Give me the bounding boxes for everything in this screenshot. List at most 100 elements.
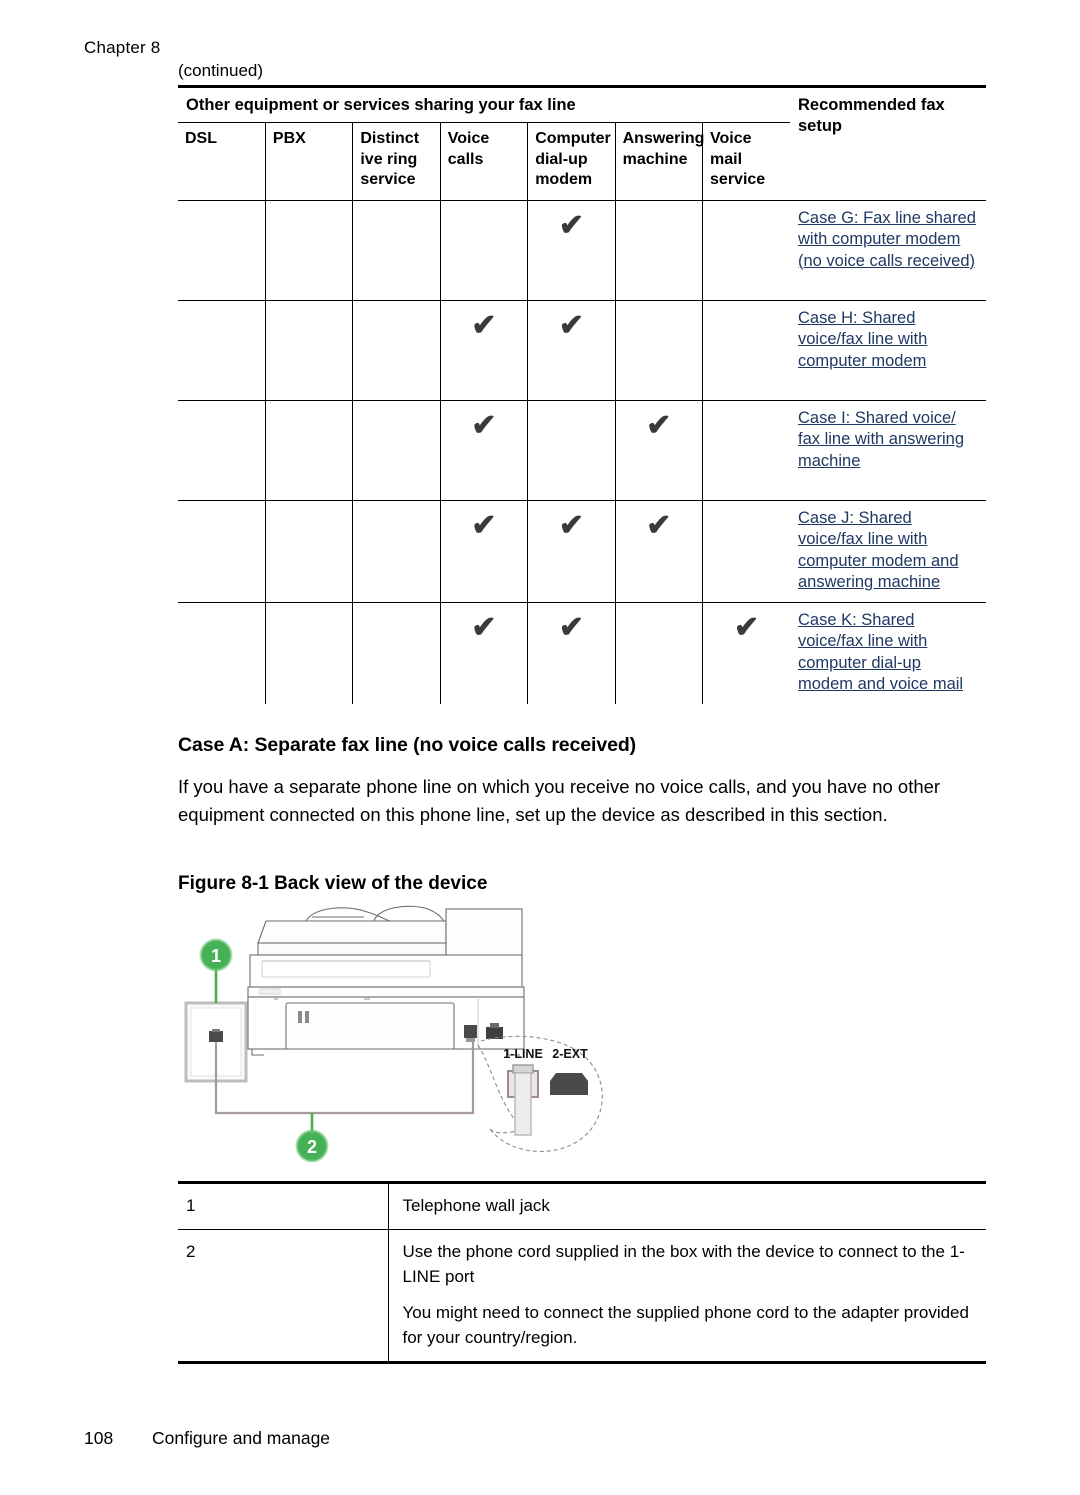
device-diagram-svg: 1-LINE 2-EXT 1 2 [184,905,603,1162]
table-row: ✔ ✔ Case I: Shared voice/ fax line with an… [178,399,986,500]
legend-row: 1 Telephone wall jack [178,1182,986,1229]
checkmark-icon: ✔ [558,208,584,242]
table-row: ✔ Case G: Fax line shared with computer m… [178,199,986,300]
checkmark-icon: ✔ [558,610,584,644]
case-link[interactable]: Case K: Shared voice/fax line with compu… [798,610,978,696]
figure-legend-table: 1 Telephone wall jack 2 Use the phone cord … [178,1180,986,1364]
legend-description: Use the phone cord supplied in the box w… [387,1228,986,1362]
fax-cell-r3-c1 [178,399,266,500]
table-row: ✔ ✔ ✔ Case K: Shared voice/fax line with co… [178,601,986,704]
col-header-distinctive-ring-service: Distinct ive ring service [352,122,441,200]
fax-cell-r3-c4: ✔ [439,399,528,500]
legend-paragraph: Use the phone cord supplied in the box w… [402,1241,965,1286]
legend-number: 1 [186,1195,196,1215]
fax-cell-r2-c4: ✔ [439,299,528,400]
legend-paragraph: You might need to connect the supplied p… [402,1302,969,1347]
fax-cell-r5-c7: ✔ [702,601,790,704]
page-footer: 108 Configure and manage [84,1428,330,1449]
fax-cell-r1-c7 [702,199,790,300]
fax-cell-r2-c7 [702,299,790,400]
fax-cell-r1-c5: ✔ [527,199,616,300]
recommended-setup-cell: Case J: Shared voice/fax line with compu… [790,499,986,602]
case-link[interactable]: Case G: Fax line shared with computer mo… [798,208,978,273]
callout-marker-2: 2 [295,1112,329,1162]
case-link[interactable]: Case J: Shared voice/fax line with compu… [798,508,978,594]
col-header-voice-calls: Voice calls [439,122,528,200]
col-header-voice-mail-service: Voice mail service [702,122,790,200]
fax-cell-r2-c3 [352,299,441,400]
checkmark-icon: ✔ [471,508,497,542]
legend-row: 2 Use the phone cord supplied in the box … [178,1228,986,1362]
fax-cell-r4-c2 [264,499,353,602]
legend-description: Telephone wall jack [387,1182,986,1229]
table-span-header-row: Other equipment or services sharing your… [178,86,986,135]
checkmark-icon: ✔ [646,508,672,542]
fax-cell-r2-c1 [178,299,266,400]
figure-caption: Figure 8-1 Back view of the device [178,872,488,894]
footer-section-label: Configure and manage [152,1428,331,1448]
port-1-line-label: 1-LINE [503,1047,543,1061]
fax-cell-r3-c5 [527,399,616,500]
case-link[interactable]: Case H: Shared voice/fax line with compu… [798,308,978,373]
fax-cell-r3-c7 [702,399,790,500]
fax-cell-r5-c1 [178,601,266,704]
fax-cell-r1-c3 [352,199,441,300]
table-continued-label: (continued) [178,61,264,80]
table-row: ✔ ✔ Case H: Shared voice/fax line with com… [178,299,986,400]
page-content: (continued) Other equipment or services … [178,60,986,1364]
recommended-setup-cell: Case G: Fax line shared with computer mo… [790,199,986,300]
fax-cell-r2-c5: ✔ [527,299,616,400]
fax-cell-r3-c3 [352,399,441,500]
callout-2-number: 2 [307,1137,317,1157]
legend-paragraph: Telephone wall jack [402,1195,550,1215]
footer-page-number: 108 [84,1428,114,1448]
col-header-answering-machine: Answering machine [614,122,704,200]
fax-cell-r5-c3 [352,601,441,704]
fax-cell-r2-c2 [264,299,353,400]
fax-cell-r3-c2 [264,399,353,500]
fax-cell-r3-c6: ✔ [614,399,703,500]
chapter-running-head: Chapter 8 [84,38,161,57]
phone-cord [214,1040,475,1114]
fax-table-body: ✔ Case G: Fax line shared with computer m… [178,199,986,704]
fax-cell-r5-c6 [614,601,703,704]
section-heading-case-a: Case A: Separate fax line (no voice call… [178,733,637,756]
checkmark-icon: ✔ [733,610,760,644]
fax-cell-r4-c4: ✔ [439,499,528,602]
span-header-equipment: Other equipment or services sharing your… [186,96,576,114]
col-header-pbx: PBX [264,122,353,200]
fax-cell-r4-c1 [178,499,266,602]
checkmark-icon: ✔ [471,408,497,442]
case-link[interactable]: Case I: Shared voice/ fax line with answ… [798,408,978,473]
fax-cell-r5-c4: ✔ [439,601,528,704]
fax-cell-r5-c5: ✔ [527,601,616,704]
legend-number: 2 [178,1228,388,1362]
recommended-setup-cell: Case K: Shared voice/fax line with compu… [790,601,986,704]
printer-device-illustration [247,905,525,1056]
checkmark-icon: ✔ [558,308,584,342]
col-header-dsl: DSL [185,130,217,147]
recommended-setup-cell: Case H: Shared voice/fax line with compu… [790,299,986,400]
callout-marker-1: 1 [199,938,233,1003]
fax-cell-r1-c1 [178,199,266,300]
callout-1-number: 1 [211,946,221,966]
checkmark-icon: ✔ [471,308,497,342]
section-paragraph: If you have a separate phone line on whi… [178,775,941,825]
fax-cell-r2-c6 [614,299,703,400]
checkmark-icon: ✔ [646,408,672,442]
figure-back-view-of-device: 1-LINE 2-EXT 1 2 [178,903,986,1175]
fax-cell-r1-c6 [614,199,703,300]
span-header-recommended: Recommended fax setup [798,96,945,135]
port-2-ext-label: 2-EXT [552,1047,588,1061]
fax-cell-r4-c7 [702,499,790,602]
fax-setup-table: Other equipment or services sharing your… [178,85,986,704]
fax-cell-r4-c6: ✔ [614,499,703,602]
port-2-ext-graphic [550,1072,588,1095]
checkmark-icon: ✔ [471,610,497,644]
legend-table-body: 1 Telephone wall jack 2 Use the phone cord … [178,1182,986,1362]
table-row: ✔ ✔ ✔ Case J: Shared voice/fax line with co… [178,499,986,602]
fax-cell-r1-c2 [264,199,353,300]
recommended-setup-cell: Case I: Shared voice/ fax line with answ… [790,399,986,500]
fax-cell-r5-c2 [264,601,353,704]
fax-cell-r4-c3 [352,499,441,602]
